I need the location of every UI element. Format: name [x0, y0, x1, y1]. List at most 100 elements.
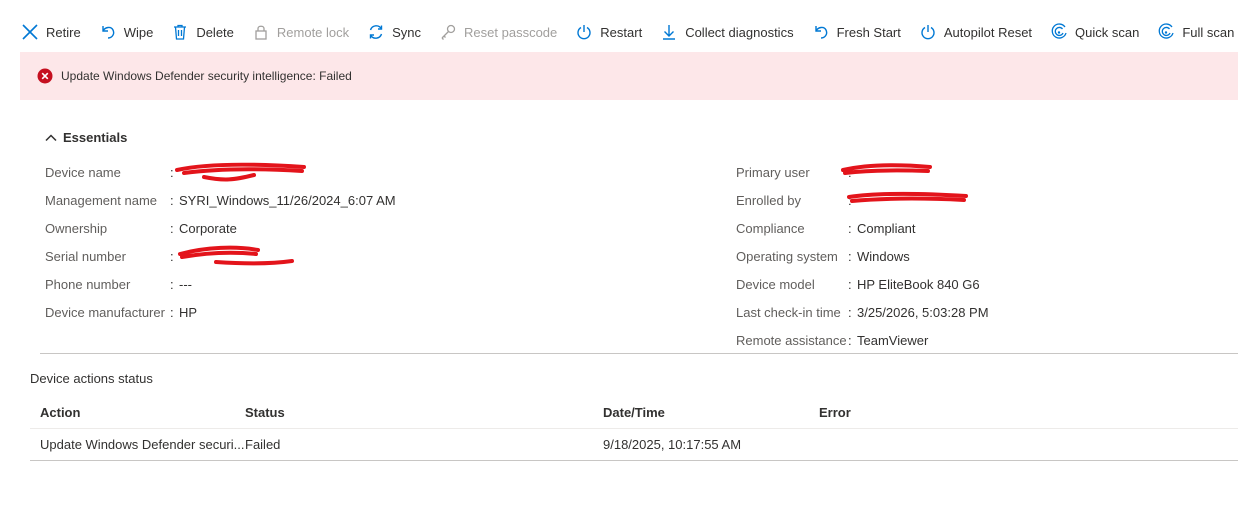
fresh-start-button[interactable]: Fresh Start — [811, 18, 901, 46]
prop-management-name: Management name : SYRI_Windows_11/26/202… — [45, 186, 396, 214]
fresh-start-label: Fresh Start — [836, 24, 901, 40]
full-scan-button[interactable]: Full scan — [1156, 18, 1234, 46]
prop-device-manufacturer: Device manufacturer : HP — [45, 298, 396, 326]
redaction-scribble-primary-user — [841, 163, 932, 175]
prop-value: 3/25/2026, 5:03:28 PM — [857, 304, 989, 320]
prop-separator: : — [170, 220, 174, 236]
prop-label: Device name — [45, 164, 121, 180]
essentials-divider — [40, 353, 1238, 354]
prop-ownership: Ownership : Corporate — [45, 214, 396, 242]
prop-value: --- — [179, 276, 192, 292]
redaction-scribble-enrolled-by — [847, 191, 968, 203]
prop-value: Windows — [857, 248, 910, 264]
prop-label: Compliance — [736, 220, 805, 236]
error-banner: Update Windows Defender security intelli… — [20, 52, 1238, 100]
collect-diagnostics-button[interactable]: Collect diagnostics — [659, 18, 794, 46]
prop-compliance: Compliance : Compliant — [736, 214, 989, 242]
sync-label: Sync — [392, 24, 422, 40]
prop-separator: : — [170, 276, 174, 292]
essentials-toggle[interactable]: Essentials — [44, 130, 127, 145]
table-row[interactable]: Update Windows Defender securi... Failed… — [30, 429, 1238, 461]
prop-value: HP EliteBook 840 G6 — [857, 276, 980, 292]
command-bar: Retire Wipe Delete Remote lock Sync Rese… — [20, 18, 1238, 46]
prop-label: Phone number — [45, 276, 131, 292]
prop-remote-assistance: Remote assistance : TeamViewer — [736, 326, 989, 354]
undo-arrow-icon — [811, 22, 831, 42]
sync-button[interactable]: Sync — [366, 18, 421, 46]
chevron-up-icon — [44, 131, 58, 145]
device-actions-status-title: Device actions status — [30, 371, 153, 386]
prop-label: Remote assistance — [736, 332, 847, 348]
cell-action: Update Windows Defender securi... — [40, 437, 245, 452]
prop-separator: : — [848, 248, 852, 264]
full-scan-label: Full scan — [1182, 24, 1235, 40]
scan-icon — [1156, 22, 1176, 42]
prop-separator: : — [848, 332, 852, 348]
quick-scan-label: Quick scan — [1075, 24, 1140, 40]
prop-value: HP — [179, 304, 198, 320]
column-header-action[interactable]: Action — [30, 405, 245, 420]
prop-phone-number: Phone number : --- — [45, 270, 396, 298]
column-header-status[interactable]: Status — [245, 405, 603, 420]
restart-label: Restart — [600, 24, 643, 40]
wipe-label: Wipe — [123, 24, 154, 40]
prop-device-model: Device model : HP EliteBook 840 G6 — [736, 270, 989, 298]
download-icon — [659, 22, 679, 42]
lock-icon — [251, 22, 271, 42]
prop-operating-system: Operating system : Windows — [736, 242, 989, 270]
autopilot-reset-button[interactable]: Autopilot Reset — [918, 18, 1032, 46]
redaction-scribble-serial-number — [178, 245, 294, 266]
prop-value: TeamViewer — [857, 332, 929, 348]
quick-scan-button[interactable]: Quick scan — [1049, 18, 1139, 46]
redaction-scribble-device-name — [175, 162, 306, 182]
prop-label: Last check-in time — [736, 304, 841, 320]
prop-label: Enrolled by — [736, 192, 802, 208]
reset-passcode-label: Reset passcode — [464, 24, 558, 40]
prop-label: Ownership — [45, 220, 108, 236]
device-actions-table: Action Status Date/Time Error Update Win… — [30, 396, 1238, 461]
undo-arrow-icon — [98, 22, 118, 42]
prop-label: Device manufacturer — [45, 304, 165, 320]
prop-separator: : — [848, 304, 852, 320]
delete-label: Delete — [196, 24, 234, 40]
retire-button[interactable]: Retire — [20, 18, 81, 46]
reset-passcode-button[interactable]: Reset passcode — [438, 18, 557, 46]
prop-value: Corporate — [179, 220, 237, 236]
collect-diagnostics-label: Collect diagnostics — [685, 24, 794, 40]
prop-value: Compliant — [857, 220, 916, 236]
restart-button[interactable]: Restart — [574, 18, 642, 46]
essentials-right-column: Primary user : Enrolled by : Compliance … — [736, 158, 989, 354]
prop-separator: : — [848, 276, 852, 292]
prop-separator: : — [848, 220, 852, 236]
column-header-datetime[interactable]: Date/Time — [603, 405, 819, 420]
key-icon — [438, 22, 458, 42]
power-icon — [918, 22, 938, 42]
remote-lock-label: Remote lock — [276, 24, 350, 40]
prop-label: Operating system — [736, 248, 838, 264]
table-header: Action Status Date/Time Error — [30, 396, 1238, 429]
essentials-title: Essentials — [63, 130, 128, 145]
prop-label: Serial number — [45, 248, 126, 264]
prop-separator: : — [170, 192, 174, 208]
prop-value: SYRI_Windows_11/26/2024_6:07 AM — [179, 192, 396, 208]
error-banner-message: Update Windows Defender security intelli… — [61, 69, 352, 83]
close-x-icon — [20, 22, 40, 42]
error-circle-icon — [37, 68, 53, 84]
remote-lock-button[interactable]: Remote lock — [251, 18, 349, 46]
column-header-error[interactable]: Error — [819, 405, 1019, 420]
power-icon — [574, 22, 594, 42]
scan-icon — [1049, 22, 1069, 42]
trash-icon — [170, 22, 190, 42]
prop-label: Primary user — [736, 164, 810, 180]
retire-label: Retire — [46, 24, 81, 40]
cell-datetime: 9/18/2025, 10:17:55 AM — [603, 437, 742, 452]
prop-separator: : — [170, 304, 174, 320]
prop-last-check-in-time: Last check-in time : 3/25/2026, 5:03:28 … — [736, 298, 989, 326]
sync-icon — [366, 22, 386, 42]
prop-label: Management name — [45, 192, 158, 208]
autopilot-reset-label: Autopilot Reset — [943, 24, 1033, 40]
cell-status: Failed — [245, 437, 281, 452]
prop-label: Device model — [736, 276, 815, 292]
delete-button[interactable]: Delete — [170, 18, 234, 46]
wipe-button[interactable]: Wipe — [98, 18, 154, 46]
